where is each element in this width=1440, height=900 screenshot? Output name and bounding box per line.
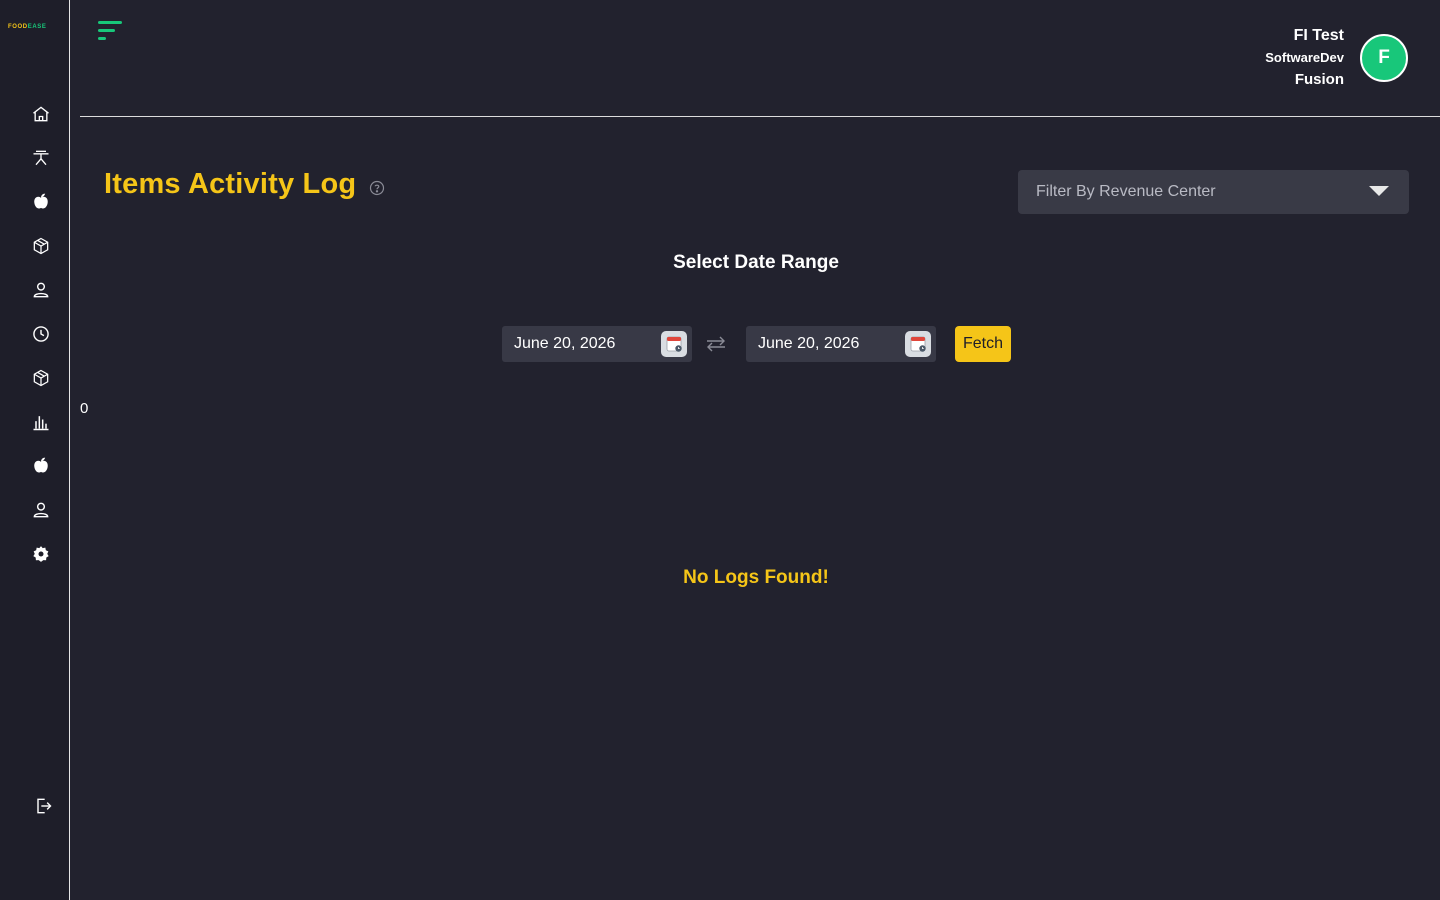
apple-icon [34,193,48,209]
logout-button[interactable] [31,794,55,818]
bar-chart-icon [33,416,49,431]
calendar-icon[interactable] [661,331,687,357]
page-title: Items Activity Log [104,168,357,200]
chevron-down-icon [1369,186,1389,196]
box-icon [33,369,49,387]
logout-icon [37,798,52,814]
help-icon[interactable] [369,180,385,196]
sidebar-item-tables[interactable] [29,146,53,170]
user-info: FI Test SoftwareDev Fusion [1265,25,1344,91]
apple-icon [34,457,48,473]
user-name: FI Test [1293,27,1344,44]
revenue-center-filter-placeholder: Filter By Revenue Center [1036,183,1216,200]
sidebar-item-food[interactable] [29,190,53,214]
sidebar-item-menu[interactable] [29,454,53,478]
calendar-icon[interactable] [905,331,931,357]
revenue-center-filter[interactable]: Filter By Revenue Center [1018,170,1409,214]
end-date-value: June 20, 2026 [758,335,860,352]
fetch-button[interactable]: Fetch [955,326,1011,362]
start-date-input[interactable]: June 20, 2026 [502,326,692,362]
user-location: Fusion [1294,71,1344,88]
sidebar-item-products[interactable] [29,366,53,390]
end-date-input[interactable]: June 20, 2026 [746,326,936,362]
sidebar-item-staff[interactable] [29,498,53,522]
user-icon [33,502,49,518]
avatar[interactable]: F [1360,34,1408,82]
gear-icon [33,546,49,562]
user-icon [33,282,49,298]
sidebar-item-settings[interactable] [29,542,53,566]
clock-icon [33,326,49,342]
empty-state-message: No Logs Found! [683,567,829,588]
date-range-title: Select Date Range [673,252,839,273]
log-count: 0 [80,400,89,417]
brand-logo-food: FOOD [8,24,28,30]
sidebar: FOODEASE [0,0,70,900]
app: FOODEASE FI Test SoftwareDev Fusion F It… [0,0,1440,900]
header-divider [80,116,1440,117]
start-date-value: June 20, 2026 [514,335,616,352]
dining-table-icon [33,150,49,166]
home-icon [33,106,49,122]
menu-icon [98,21,122,40]
swap-arrows-icon [705,335,727,353]
sidebar-item-home[interactable] [29,102,53,126]
sidebar-item-history[interactable] [29,322,53,346]
brand-logo-ease: EASE [27,24,47,30]
sidebar-item-users[interactable] [29,278,53,302]
sidebar-item-reports[interactable] [29,410,53,434]
brand-logo[interactable]: FOODEASE [8,23,46,31]
menu-toggle-button[interactable] [98,21,124,41]
user-organization: SoftwareDev [1265,50,1344,65]
